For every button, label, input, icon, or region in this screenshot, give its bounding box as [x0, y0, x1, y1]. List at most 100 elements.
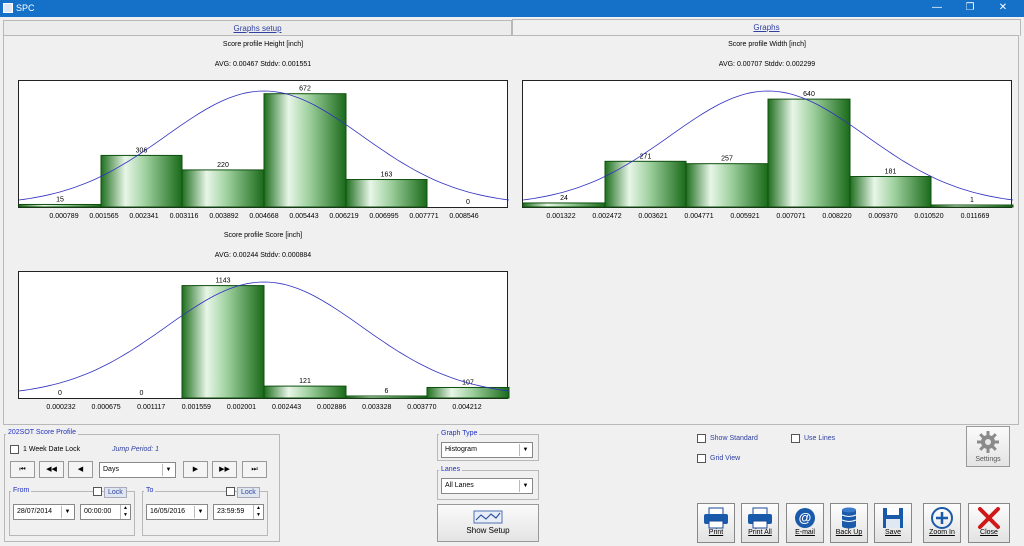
- x-tick-label: 0.002443: [271, 404, 302, 411]
- x-tick-label: 0.006995: [369, 213, 399, 220]
- lanes-select[interactable]: All Lanes ▼: [441, 478, 533, 494]
- save-button[interactable]: Save: [874, 503, 912, 543]
- histogram-bar: [767, 98, 851, 208]
- week-lock-checkbox[interactable]: [10, 445, 19, 454]
- to-lock-checkbox[interactable]: [226, 487, 235, 496]
- chart-stats-height: AVG: 0.00467 Stddv: 0.001551: [214, 61, 312, 68]
- last-button[interactable]: ⏭: [242, 461, 267, 478]
- x-tick-label: 0.004668: [249, 213, 279, 220]
- zoom-in-label: Zoom In: [929, 529, 955, 536]
- grid-view-checkbox[interactable]: [697, 454, 706, 463]
- chevron-down-icon: ▼: [194, 506, 206, 518]
- window-title: SPC: [16, 3, 35, 13]
- email-button[interactable]: @ E-mail: [786, 503, 824, 543]
- printer-all-icon: [748, 507, 772, 529]
- previous-button[interactable]: ◀: [68, 461, 93, 478]
- spinner-icon: ▲ ▼: [120, 505, 130, 519]
- to-lock-label[interactable]: Lock: [237, 487, 260, 498]
- x-tick-label: 0.000232: [46, 404, 76, 411]
- from-date-picker[interactable]: 28/07/2014 ▼: [13, 504, 75, 520]
- x-tick-label: 0.002341: [129, 213, 159, 220]
- show-standard-checkbox[interactable]: [697, 434, 706, 443]
- zoom-in-button[interactable]: Zoom In: [923, 503, 961, 543]
- bar-value-label: 181: [885, 168, 897, 175]
- close-window-button[interactable]: ✕: [988, 0, 1018, 17]
- histogram-width: 24 271 257 640 181 1 0.001322 0.002472 0.003621 0…: [522, 80, 1014, 220]
- show-setup-button[interactable]: Show Setup: [437, 504, 539, 542]
- settings-label: Settings: [975, 456, 1001, 463]
- histogram-svg: 15 306 220 672 163 0: [18, 86, 510, 208]
- bar-value-label: 24: [560, 195, 568, 202]
- x-tick-label: 0.007071: [776, 213, 806, 220]
- to-time-input[interactable]: 23:59:59 ▲ ▼: [213, 504, 264, 520]
- x-tick-label: 0.002472: [592, 213, 622, 220]
- spinner-icon: ▲ ▼: [253, 505, 263, 519]
- jump-forward-button[interactable]: ▶▶: [212, 461, 237, 478]
- use-lines-checkbox[interactable]: [791, 434, 800, 443]
- chart-stats-width: AVG: 0.00707 Stddv: 0.002299: [718, 61, 816, 68]
- bar-value-label: 0: [58, 390, 62, 397]
- title-bar: SPC — ❐ ✕: [0, 0, 1024, 17]
- chevron-down-icon: ▼: [162, 464, 174, 476]
- settings-button[interactable]: Settings: [966, 426, 1010, 467]
- histogram-bar: [685, 163, 769, 208]
- tab-graphs[interactable]: Graphs: [512, 19, 1021, 36]
- jump-back-button[interactable]: ◀◀: [39, 461, 64, 478]
- histogram-svg: 0 011431216107: [18, 278, 510, 399]
- print-all-label: Print All: [748, 529, 772, 536]
- histogram-svg: 24 271 257 640 181 1: [522, 90, 1014, 208]
- period-select[interactable]: Days ▼: [99, 462, 176, 478]
- score-profile-title: 202SOT Score Profile: [6, 429, 78, 436]
- from-lock-label[interactable]: Lock: [104, 487, 127, 498]
- close-button[interactable]: Close: [968, 503, 1010, 543]
- x-tick-label: 0.001565: [89, 213, 119, 220]
- graph-type-label: Graph Type: [439, 430, 480, 437]
- chart-title-score: Score profile Score [inch]: [223, 232, 303, 239]
- printer-icon: [704, 507, 728, 529]
- to-label: To: [144, 487, 156, 494]
- next-button[interactable]: ▶: [183, 461, 208, 478]
- lanes-value: All Lanes: [445, 482, 474, 489]
- from-time-input[interactable]: 00:00:00 ▲ ▼: [80, 504, 131, 520]
- from-lock-checkbox[interactable]: [93, 487, 102, 496]
- chevron-down-icon: ▼: [61, 506, 73, 518]
- x-tick-label: 0.004771: [684, 213, 714, 220]
- histogram-height: 15 306 220 672 163 0 0.000789 0.001565 0.002341 0…: [18, 80, 510, 220]
- database-icon: [841, 507, 857, 529]
- bar-value-label: 15: [56, 196, 64, 203]
- x-tick-label: 0.004212: [452, 404, 482, 411]
- show-standard-label: Show Standard: [710, 435, 758, 442]
- restore-button[interactable]: ❐: [955, 0, 985, 17]
- chart-title-height: Score profile Height [inch]: [222, 41, 304, 48]
- back-up-button[interactable]: Back Up: [830, 503, 868, 543]
- gear-icon: [977, 431, 999, 453]
- bar-value-label: 257: [721, 156, 733, 163]
- bar-value-label: 6: [385, 388, 389, 395]
- from-label: From: [11, 487, 32, 494]
- bar-value-label: 0: [466, 199, 470, 206]
- tab-graphs-setup[interactable]: Graphs setup: [3, 20, 512, 36]
- period-value: Days: [103, 466, 119, 473]
- print-all-button[interactable]: Print All: [741, 503, 779, 543]
- x-tick-label: 0.005921: [730, 213, 760, 220]
- x-tick-label: 0.001559: [181, 404, 211, 411]
- histogram-score: 0 0 1143 121 6 107 0.000232 0.000675 0.001117 0.0…: [18, 271, 510, 411]
- bar-value-label: 271: [640, 153, 652, 160]
- show-setup-label: Show Setup: [466, 526, 510, 535]
- first-button[interactable]: ⏮: [10, 461, 35, 478]
- bar-value-label: 1143: [215, 278, 230, 285]
- bar-value-label: 306: [136, 147, 148, 154]
- minimize-button[interactable]: —: [922, 0, 952, 17]
- graph-type-value: Histogram: [445, 446, 477, 453]
- to-date-picker[interactable]: 16/05/2016 ▼: [146, 504, 208, 520]
- save-label: Save: [885, 529, 901, 536]
- use-lines-label: Use Lines: [804, 435, 836, 442]
- chevron-down-icon: ▼: [519, 444, 531, 456]
- graph-type-select[interactable]: Histogram ▼: [441, 442, 533, 458]
- print-button[interactable]: Print: [697, 503, 735, 543]
- bar-value-label: 672: [299, 86, 311, 93]
- chevron-down-icon: ▼: [519, 480, 531, 492]
- histogram-bar: [849, 175, 932, 208]
- x-tick-label: 0.007771: [409, 213, 439, 220]
- back-up-label: Back Up: [835, 529, 863, 536]
